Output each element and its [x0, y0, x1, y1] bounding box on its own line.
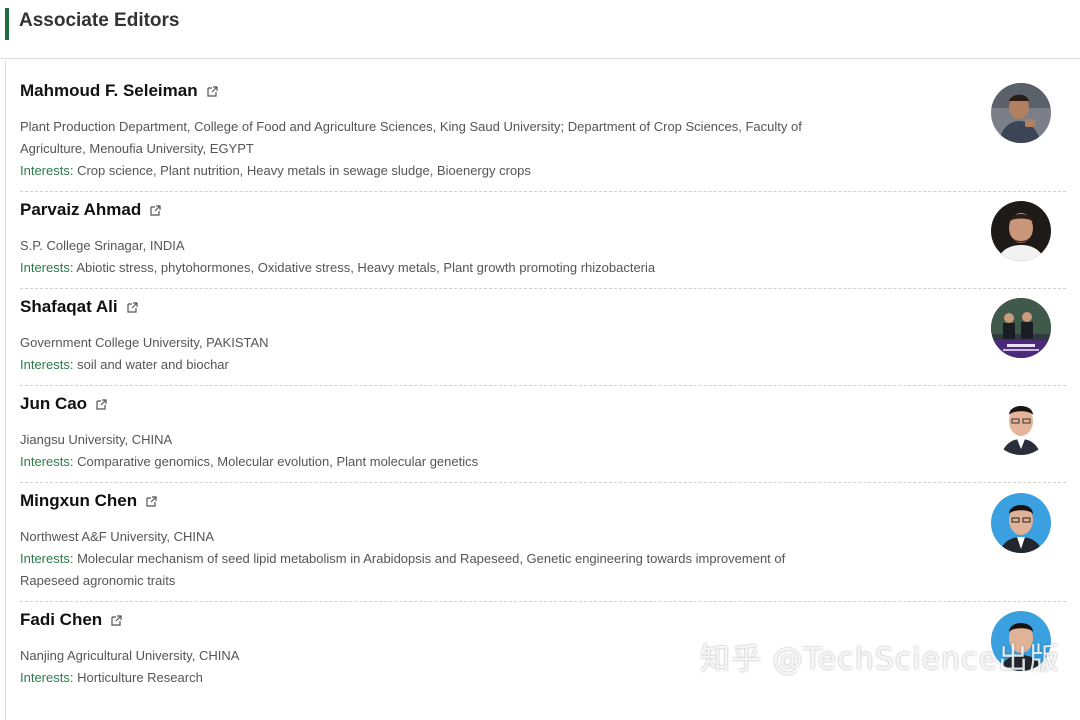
interests-text: Crop science, Plant nutrition, Heavy met…	[77, 163, 531, 178]
external-link-icon[interactable]	[146, 495, 157, 507]
interests-text: soil and water and biochar	[77, 357, 229, 372]
editor-avatar	[991, 298, 1051, 358]
affiliation-line: Plant Production Department, College of …	[20, 119, 802, 134]
interests-line: Rapeseed agronomic traits	[20, 573, 176, 588]
section-header: Associate Editors	[0, 0, 1080, 59]
editors-list: Mahmoud F. Seleiman Plant Production Dep…	[5, 60, 1080, 720]
external-link-icon[interactable]	[206, 85, 218, 97]
interests-label: Interests:	[20, 357, 74, 372]
interests-text: Comparative genomics, Molecular evolutio…	[77, 454, 479, 469]
editor-item: Parvaiz Ahmad S.P. College Srinagar, IND…	[20, 200, 1066, 289]
editor-name[interactable]: Shafaqat Ali	[20, 297, 118, 317]
affiliation-line: Government College University, PAKISTAN	[20, 335, 269, 350]
editor-avatar	[991, 201, 1051, 261]
editor-name[interactable]: Mahmoud F. Seleiman	[20, 81, 198, 101]
editor-avatar	[991, 395, 1051, 455]
interests-text: Horticulture Research	[77, 670, 203, 685]
editor-avatar	[991, 83, 1051, 143]
interests-text: Abiotic stress, phytohormones, Oxidative…	[76, 260, 656, 275]
section-accent-bar	[5, 8, 9, 40]
editor-avatar	[991, 493, 1051, 553]
interests-line: Interests: Molecular mechanism of seed l…	[20, 548, 820, 570]
interests-line: Interests: soil and water and biochar	[20, 354, 820, 376]
section-title: Associate Editors	[19, 10, 180, 31]
interests-text: Molecular mechanism of seed lipid metabo…	[77, 551, 786, 566]
affiliation-line: Agriculture, Menoufia University, EGYPT	[20, 141, 254, 156]
affiliation-line: S.P. College Srinagar, INDIA	[20, 238, 185, 253]
external-link-icon[interactable]	[127, 301, 138, 313]
editor-name[interactable]: Fadi Chen	[20, 610, 102, 630]
editor-item: Mingxun Chen Northwest A&F University, C…	[20, 491, 1066, 602]
interests-line: Interests: Comparative genomics, Molecul…	[20, 451, 820, 473]
editor-item: Jun Cao Jiangsu University, CHINA Intere…	[20, 394, 1066, 483]
editor-name[interactable]: Mingxun Chen	[20, 491, 137, 511]
affiliation-line: Northwest A&F University, CHINA	[20, 529, 215, 544]
interests-line: Interests: Crop science, Plant nutrition…	[20, 160, 820, 182]
interests-label: Interests:	[20, 670, 74, 685]
interests-label: Interests:	[20, 260, 74, 275]
watermark-text: 知乎 @TechScience出版	[700, 642, 1061, 677]
interests-label: Interests:	[20, 163, 74, 178]
editor-item: Mahmoud F. Seleiman Plant Production Dep…	[20, 81, 1066, 192]
external-link-icon[interactable]	[111, 614, 122, 626]
editor-item: Shafaqat Ali Government College Universi…	[20, 297, 1066, 386]
interests-line: Interests: Abiotic stress, phytohormones…	[20, 257, 820, 279]
editor-name[interactable]: Parvaiz Ahmad	[20, 200, 141, 220]
interests-label: Interests:	[20, 454, 74, 469]
external-link-icon[interactable]	[96, 398, 107, 410]
editor-name[interactable]: Jun Cao	[20, 394, 87, 414]
affiliation-line: Jiangsu University, CHINA	[20, 432, 173, 447]
interests-label: Interests:	[20, 551, 74, 566]
external-link-icon[interactable]	[150, 204, 161, 216]
